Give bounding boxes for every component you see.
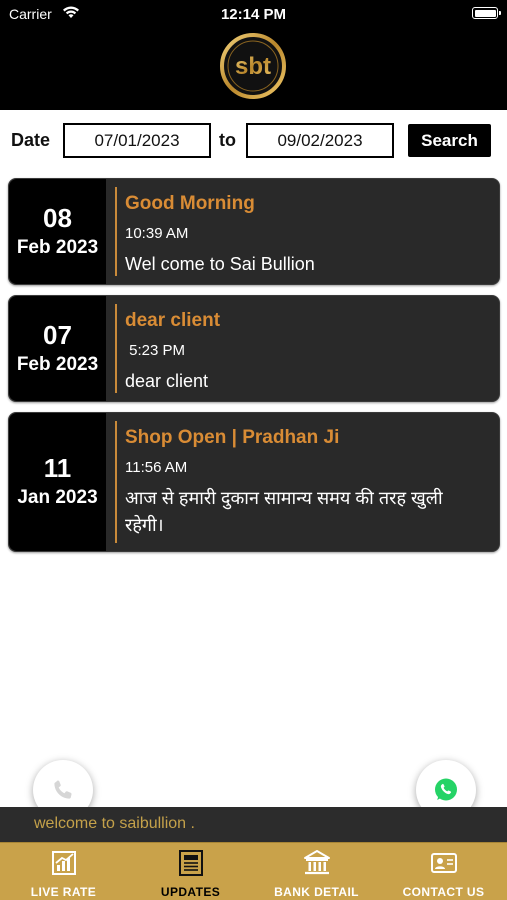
tab-label: LIVE RATE (30, 885, 97, 899)
update-message: Wel come to Sai Bullion (125, 254, 315, 274)
update-time: 5:23 PM (125, 342, 186, 359)
updates-list: 08 Feb 2023 Good Morning 10:39 AM Wel co… (8, 178, 500, 562)
date-label: Date (11, 130, 51, 150)
update-date: 08 Feb 2023 (9, 179, 106, 284)
card-divider (115, 421, 117, 543)
search-button[interactable]: Search (408, 124, 491, 157)
tab-live-rate[interactable]: LIVE RATE (0, 843, 127, 900)
svg-text:sbt: sbt (235, 53, 271, 80)
update-card[interactable]: 11 Jan 2023 Shop Open | Pradhan Ji 11:56… (8, 412, 500, 552)
update-month: Jan 2023 (17, 487, 98, 508)
bottom-tab-bar: LIVE RATE UPDATES BANK DETAIL CONTACT US (0, 842, 507, 900)
header-bar: Carrier 12:14 PM sbt (0, 0, 507, 110)
ticker-text: welcome to saibullion . (34, 815, 195, 832)
update-day: 08 (43, 202, 72, 233)
update-month: Feb 2023 (16, 236, 99, 258)
bank-icon (303, 850, 330, 875)
tab-label: UPDATES (160, 885, 221, 899)
card-divider (115, 187, 117, 276)
phone-icon (54, 780, 72, 799)
whatsapp-icon (435, 778, 457, 801)
update-time: 10:39 AM (125, 225, 189, 242)
update-date: 07 Feb 2023 (9, 296, 106, 401)
to-date-field[interactable]: 09/02/2023 (246, 123, 394, 158)
contact-card-icon (430, 853, 457, 873)
chart-icon (51, 851, 76, 875)
to-label: to (219, 130, 236, 150)
update-message: आज से हमारी दुकान सामान्य समय की तरह खुल… (125, 488, 443, 535)
news-ticker: welcome to saibullion . (0, 807, 507, 842)
card-divider (115, 304, 117, 393)
status-bar: Carrier 12:14 PM (0, 0, 507, 28)
status-time: 12:14 PM (220, 6, 287, 23)
update-title: dear client (125, 310, 221, 331)
from-date-field[interactable]: 07/01/2023 (63, 123, 211, 158)
sbt-logo: sbt (220, 33, 286, 99)
updates-screen: Carrier 12:14 PM sbt Date 07/01/2023 to … (0, 0, 507, 900)
update-card[interactable]: 07 Feb 2023 dear client 5:23 PM dear cli… (8, 295, 500, 402)
newspaper-icon (178, 850, 203, 876)
tab-bank-detail[interactable]: BANK DETAIL (253, 843, 380, 900)
battery-icon (472, 7, 501, 19)
update-day: 07 (43, 319, 72, 350)
tab-contact-us[interactable]: CONTACT US (380, 843, 507, 900)
tab-updates[interactable]: UPDATES (127, 843, 254, 900)
update-date: 11 Jan 2023 (9, 413, 106, 551)
update-message: dear client (125, 371, 209, 391)
update-card[interactable]: 08 Feb 2023 Good Morning 10:39 AM Wel co… (8, 178, 500, 285)
date-filter: Date 07/01/2023 to 09/02/2023 Search (0, 110, 507, 170)
tab-label: BANK DETAIL (274, 885, 359, 899)
update-day: 11 (43, 453, 72, 483)
update-month: Feb 2023 (16, 353, 99, 375)
update-title: Shop Open | Pradhan Ji (125, 427, 340, 448)
tab-label: CONTACT US (402, 885, 485, 899)
update-time: 11:56 AM (125, 459, 188, 476)
update-title: Good Morning (125, 193, 255, 214)
